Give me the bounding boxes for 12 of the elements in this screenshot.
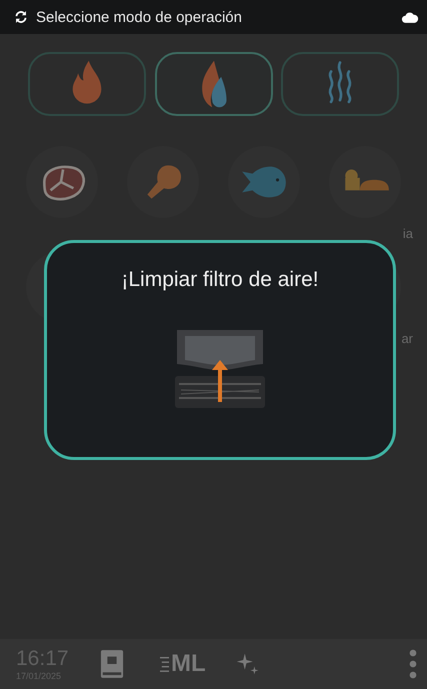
recipe-book-icon[interactable] xyxy=(100,649,124,679)
ml-button[interactable]: ML xyxy=(160,650,206,678)
list-lines-icon xyxy=(160,655,169,673)
screen-title: Seleccione modo de operación xyxy=(36,8,243,26)
food-label: ia xyxy=(402,226,413,241)
dialog-title: ¡Limpiar filtro de aire! xyxy=(121,268,319,292)
mode-button[interactable] xyxy=(154,52,272,116)
more-icon[interactable] xyxy=(409,649,417,679)
food-label: ar xyxy=(401,331,413,346)
mode-button[interactable] xyxy=(28,52,146,116)
mode-button[interactable] xyxy=(281,52,399,116)
cloud-icon xyxy=(401,10,419,24)
